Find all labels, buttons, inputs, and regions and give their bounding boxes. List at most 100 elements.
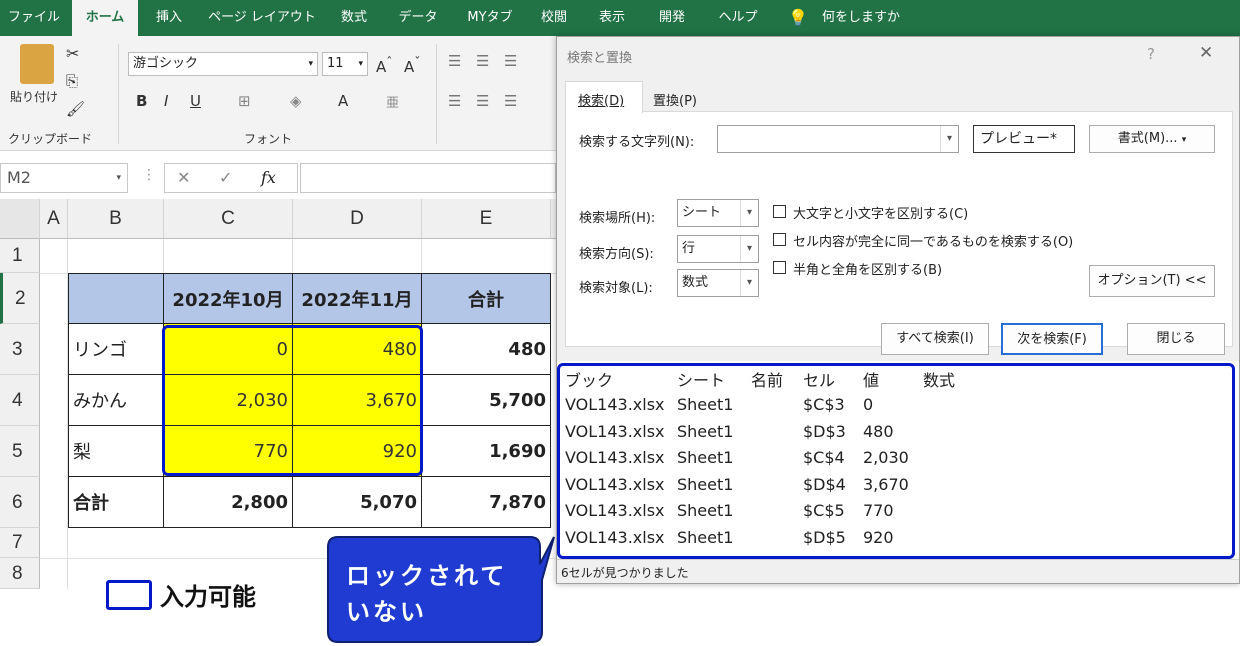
row-header-4[interactable]: 4 [0,375,40,426]
border-icon[interactable]: ⊞ [238,92,251,110]
row-label-apple[interactable]: リンゴ [68,324,164,375]
table-header-blank[interactable] [68,273,164,324]
cancel-icon[interactable]: ✕ [177,168,190,187]
fill-color-icon[interactable]: ◈ [290,92,302,110]
table-header-nov[interactable]: 2022年11月 [293,273,422,324]
match-byte-label: 半角と全角を区別する(B) [793,263,943,278]
options-button[interactable]: オプション(T) << [1089,265,1215,297]
results-highlight [557,363,1235,559]
tab-developer[interactable]: 開発 [648,0,696,36]
tab-review[interactable]: 校閲 [530,0,578,36]
name-box[interactable]: M2 ▾ [0,163,128,193]
font-name-select[interactable]: 游ゴシック ▾ [128,52,318,76]
gridline [421,239,422,273]
tab-help[interactable]: ヘルプ [706,0,770,36]
find-all-button[interactable]: すべて検索(I) [881,323,989,355]
cell-e6[interactable]: 7,870 [422,477,551,528]
cell-e5[interactable]: 1,690 [422,426,551,477]
within-label: 検索場所(H): [579,211,656,226]
tab-page-layout[interactable]: ページ レイアウト [200,0,324,36]
cell-e3[interactable]: 480 [422,324,551,375]
insert-function-icon[interactable]: fx [261,168,276,187]
row-header-7[interactable]: 7 [0,528,40,558]
within-select[interactable]: シート ▾ [677,199,759,227]
row-header-2[interactable]: 2 [0,273,40,324]
format-button[interactable]: 書式(M)... ▾ [1089,125,1215,153]
italic-icon[interactable]: I [164,92,168,110]
tab-view[interactable]: 表示 [588,0,636,36]
tab-replace[interactable]: 置換(P) [645,83,711,111]
match-byte-checkbox[interactable] [773,261,786,274]
tab-insert[interactable]: 挿入 [144,0,194,36]
callout-line-1: ロックされて [346,562,508,590]
bold-icon[interactable]: B [136,92,147,110]
align-right-icon[interactable]: ☰ [504,92,517,110]
tab-data[interactable]: データ [388,0,448,36]
row-header-5[interactable]: 5 [0,426,40,477]
find-next-button[interactable]: 次を検索(F) [1001,323,1103,355]
col-header-b[interactable]: B [68,199,164,239]
divider [118,44,119,144]
lightbulb-icon: 💡 [788,8,808,27]
help-icon[interactable]: ? [1147,45,1155,63]
col-header-a[interactable]: A [40,199,68,239]
underline-icon[interactable]: U [190,92,201,110]
align-top-icon[interactable]: ☰ [448,52,461,70]
formula-input[interactable] [300,163,556,193]
input-range-highlight [162,325,423,476]
close-button[interactable]: 閉じる [1127,323,1225,355]
find-what-input[interactable]: ▾ [717,125,959,153]
increase-font-icon[interactable]: Aˆ [376,54,393,76]
row-header-1[interactable]: 1 [0,239,40,273]
gridline [163,239,164,273]
tab-home[interactable]: ホーム [72,0,138,36]
phonetic-icon[interactable]: 亜 [386,92,399,111]
col-header-d[interactable]: D [293,199,422,239]
align-bottom-icon[interactable]: ☰ [504,52,517,70]
row-label-pear[interactable]: 梨 [68,426,164,477]
match-case-label: 大文字と小文字を区別する(C) [793,207,969,222]
align-left-icon[interactable]: ☰ [448,92,461,110]
cell-d6[interactable]: 5,070 [293,477,422,528]
format-painter-icon[interactable]: 🖌 [66,100,85,118]
font-size-select[interactable]: 11 ▾ [322,52,368,76]
find-what-label: 検索する文字列(N): [579,135,695,150]
tab-file[interactable]: ファイル [4,0,64,36]
cut-icon[interactable]: ✂ [66,44,79,63]
copy-icon[interactable]: ⎘ [66,72,78,90]
tell-me-search[interactable]: 何をしますか [816,0,906,36]
table-header-total[interactable]: 合計 [422,273,551,324]
format-preview: プレビュー* [973,125,1075,153]
row-label-sum[interactable]: 合計 [68,477,164,528]
cell-c6[interactable]: 2,800 [164,477,293,528]
close-icon[interactable]: ✕ [1199,43,1213,63]
search-direction-select[interactable]: 行 ▾ [677,235,759,263]
match-entire-checkbox[interactable] [773,233,786,246]
tab-find[interactable]: 検索(D) [565,81,643,113]
match-entire-label: セル内容が完全に同一であるものを検索する(O) [793,235,1074,250]
row-label-mikan[interactable]: みかん [68,375,164,426]
match-case-checkbox[interactable] [773,205,786,218]
align-middle-icon[interactable]: ☰ [476,52,489,70]
tab-mytab[interactable]: MYタブ [458,0,522,36]
align-center-icon[interactable]: ☰ [476,92,489,110]
row-header-3[interactable]: 3 [0,324,40,375]
look-in-select[interactable]: 数式 ▾ [677,269,759,297]
row-header-6[interactable]: 6 [0,477,40,528]
find-replace-dialog: 検索と置換 ? ✕ 検索(D) 置換(P) 検索する文字列(N): ▾ プレビュ… [556,36,1240,584]
col-header-c[interactable]: C [164,199,293,239]
enter-icon[interactable]: ✓ [219,168,232,187]
legend-swatch [106,580,152,610]
font-color-icon[interactable]: A [338,92,348,110]
select-all-corner[interactable] [0,199,40,239]
paste-label[interactable]: 貼り付け [10,88,58,105]
table-header-oct[interactable]: 2022年10月 [164,273,293,324]
decrease-font-icon[interactable]: Aˇ [404,54,421,76]
row-header-8[interactable]: 8 [0,558,40,589]
col-header-e[interactable]: E [422,199,551,239]
paste-icon[interactable] [20,44,54,84]
font-group-label: フォント [244,132,293,146]
look-in-label: 検索対象(L): [579,281,653,296]
cell-e4[interactable]: 5,700 [422,375,551,426]
tab-formulas[interactable]: 数式 [330,0,378,36]
